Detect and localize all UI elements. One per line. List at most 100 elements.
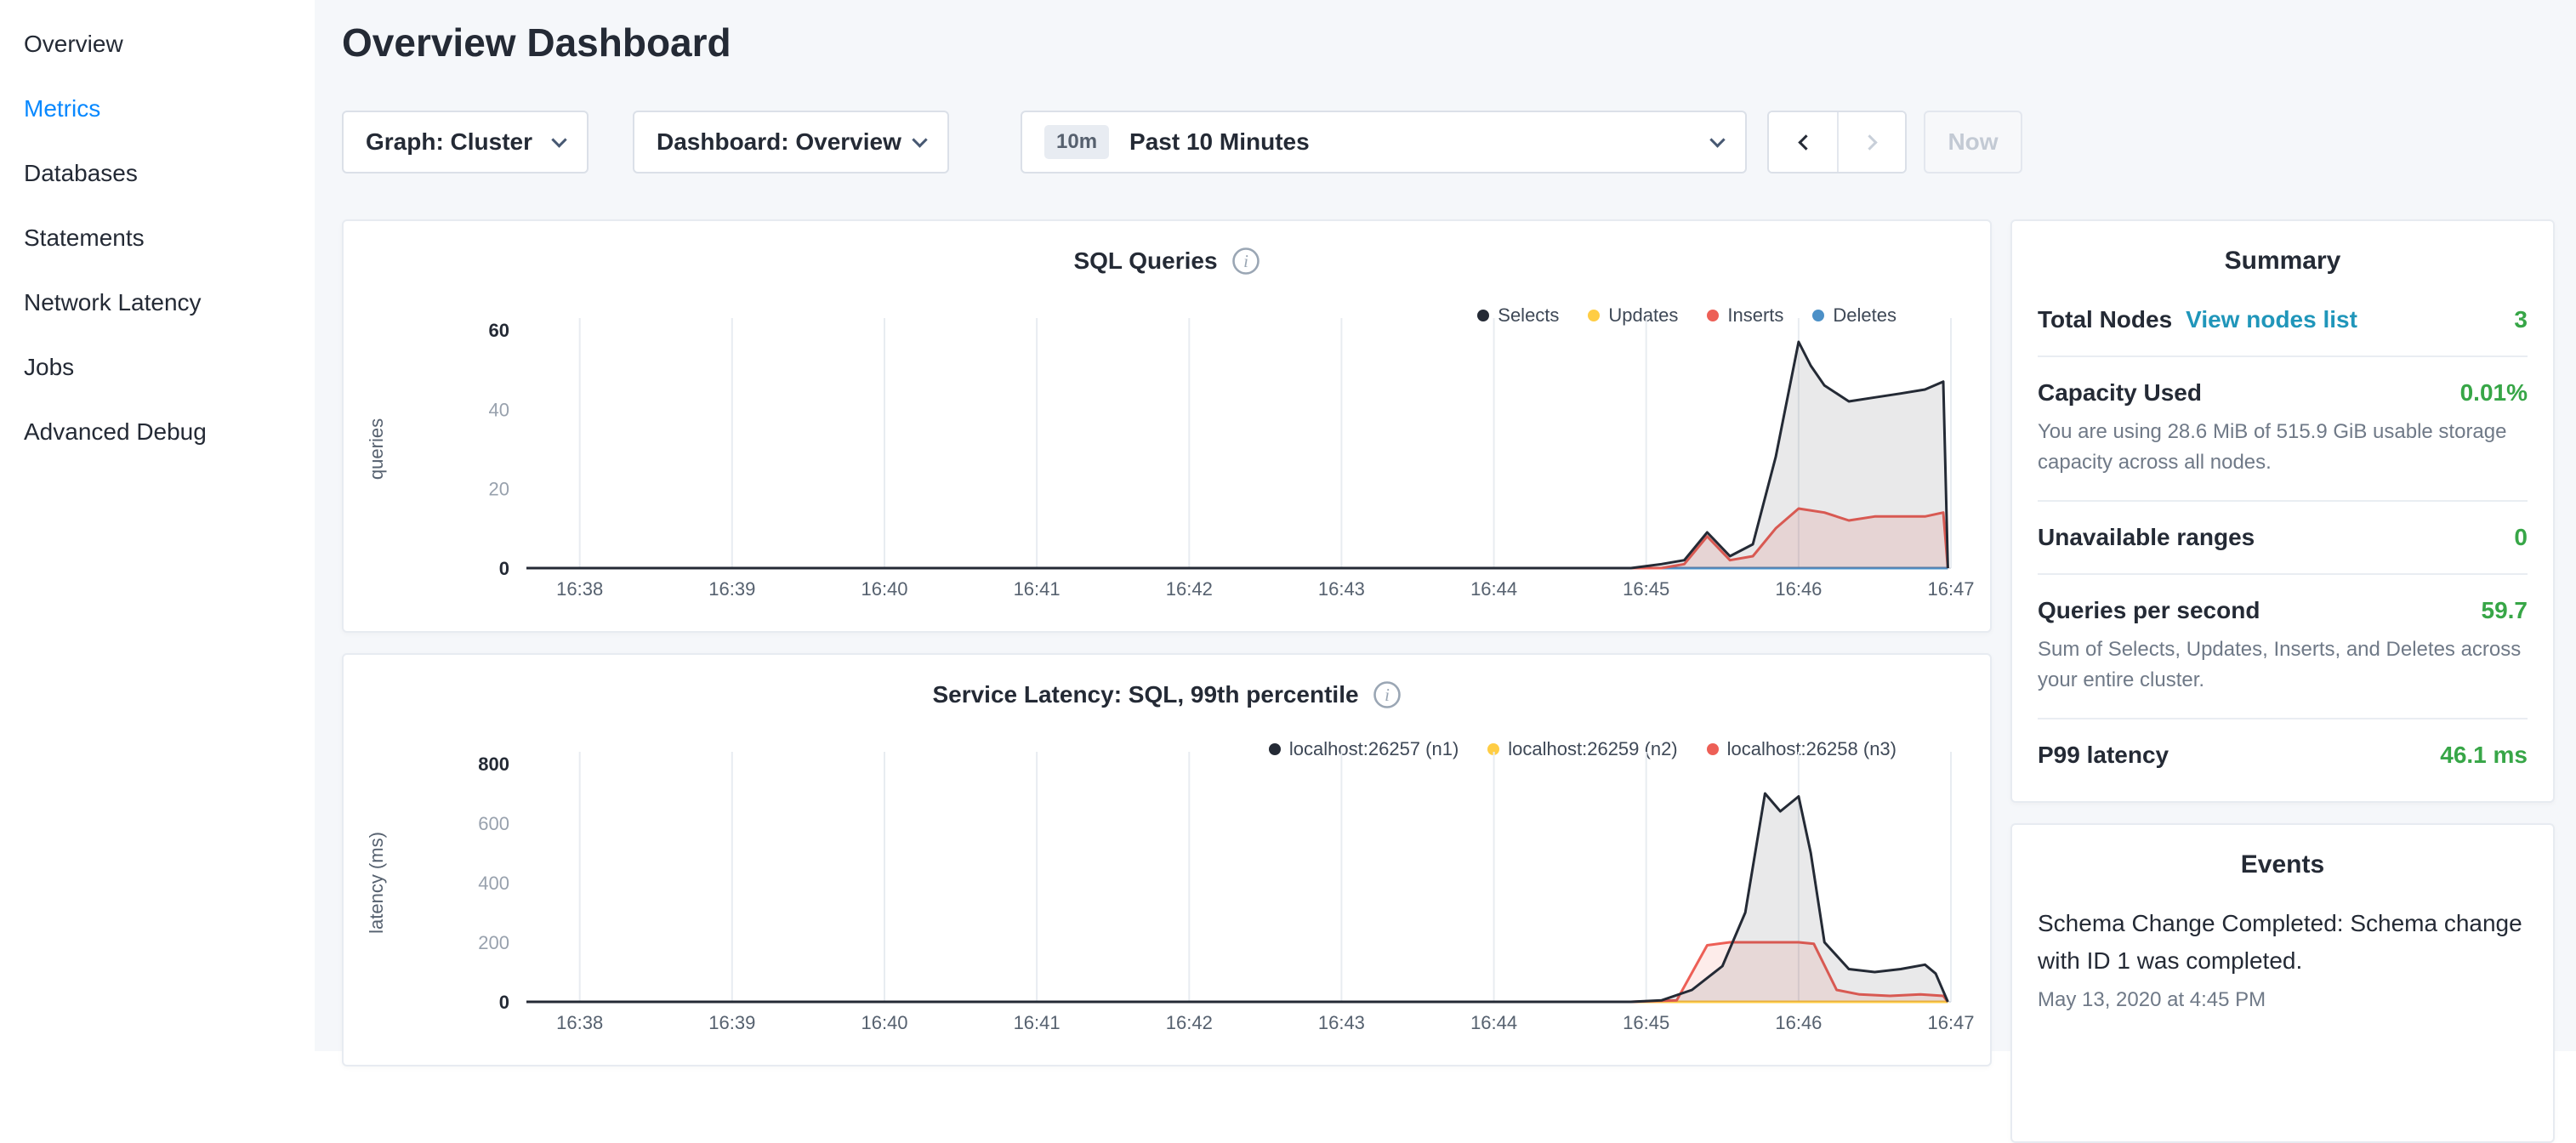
sidebar-item-databases[interactable]: Databases xyxy=(0,141,315,206)
dashboard-body: SQL Queries i SelectsUpdatesInsertsDelet… xyxy=(342,219,2555,1143)
svg-text:16:41: 16:41 xyxy=(1014,578,1061,600)
controls-row: Graph: Cluster Dashboard: Overview 10m P… xyxy=(342,111,2555,173)
svg-text:800: 800 xyxy=(478,753,509,775)
svg-text:16:46: 16:46 xyxy=(1775,578,1822,600)
summary-row-total-nodes: Total Nodes View nodes list 3 xyxy=(2038,284,2528,357)
summary-row-unavailable-ranges: Unavailable ranges 0 xyxy=(2038,502,2528,575)
svg-text:16:40: 16:40 xyxy=(861,1012,907,1033)
events-title: Events xyxy=(2038,850,2528,879)
view-nodes-list-link[interactable]: View nodes list xyxy=(2186,306,2357,333)
sidebar: Overview Metrics Databases Statements Ne… xyxy=(0,0,315,1051)
svg-text:600: 600 xyxy=(478,813,509,834)
sidebar-item-advanced-debug[interactable]: Advanced Debug xyxy=(0,400,315,464)
svg-text:16:38: 16:38 xyxy=(556,578,603,600)
dashboard-label: Dashboard: Overview xyxy=(657,128,901,156)
app: Overview Metrics Databases Statements Ne… xyxy=(0,0,2576,1051)
chart-plot: 16:38 16:39 16:40 16:41 16:42 16:43 16:44 16:45… xyxy=(344,296,1993,619)
svg-text:i: i xyxy=(1243,251,1248,271)
svg-text:i: i xyxy=(1385,685,1390,705)
event-date: May 13, 2020 at 4:45 PM xyxy=(2038,988,2528,1012)
sidebar-item-network-latency[interactable]: Network Latency xyxy=(0,270,315,335)
svg-text:16:42: 16:42 xyxy=(1166,578,1213,600)
sidebar-item-statements[interactable]: Statements xyxy=(0,206,315,270)
svg-text:16:40: 16:40 xyxy=(861,578,907,600)
time-step-buttons xyxy=(1767,111,1907,173)
svg-text:400: 400 xyxy=(478,873,509,894)
time-range-chip: 10m xyxy=(1044,125,1109,159)
sidebar-item-jobs[interactable]: Jobs xyxy=(0,335,315,400)
sql-queries-chart-card: SQL Queries i SelectsUpdatesInsertsDelet… xyxy=(342,219,1992,633)
summary-label: Unavailable ranges xyxy=(2038,524,2255,551)
graph-scope-dropdown[interactable]: Graph: Cluster xyxy=(342,111,589,173)
chart-title: SQL Queries xyxy=(1073,247,1217,275)
svg-text:16:46: 16:46 xyxy=(1775,1012,1822,1033)
svg-text:16:43: 16:43 xyxy=(1318,578,1365,600)
info-icon[interactable]: i xyxy=(1373,680,1402,709)
summary-value: 3 xyxy=(2500,306,2528,333)
svg-text:16:39: 16:39 xyxy=(708,1012,755,1033)
svg-text:16:47: 16:47 xyxy=(1927,578,1974,600)
summary-panel: Summary Total Nodes View nodes list 3 Ca… xyxy=(2010,219,2555,803)
svg-text:16:47: 16:47 xyxy=(1927,1012,1974,1033)
chevron-left-icon xyxy=(1798,134,1813,150)
chart-plot-area: 16:38 16:39 16:40 16:41 16:42 16:43 16:44 16:45… xyxy=(344,730,1993,1053)
summary-value: 59.7 xyxy=(2468,597,2528,624)
svg-text:200: 200 xyxy=(478,932,509,953)
charts-column: SQL Queries i SelectsUpdatesInsertsDelet… xyxy=(342,219,1992,1066)
svg-text:16:44: 16:44 xyxy=(1470,1012,1517,1033)
info-icon[interactable]: i xyxy=(1231,247,1260,276)
svg-text:60: 60 xyxy=(489,320,509,341)
chevron-down-icon xyxy=(1709,132,1725,147)
svg-text:20: 20 xyxy=(489,479,509,500)
svg-text:16:43: 16:43 xyxy=(1318,1012,1365,1033)
right-column: Summary Total Nodes View nodes list 3 Ca… xyxy=(2010,219,2555,1143)
event-item: Schema Change Completed: Schema change w… xyxy=(2038,905,2528,1012)
summary-subtext: You are using 28.6 MiB of 515.9 GiB usab… xyxy=(2038,417,2528,478)
graph-scope-label: Graph: Cluster xyxy=(366,128,532,156)
summary-subtext: Sum of Selects, Updates, Inserts, and De… xyxy=(2038,634,2528,696)
events-panel: Events Schema Change Completed: Schema c… xyxy=(2010,823,2555,1143)
summary-label: P99 latency xyxy=(2038,742,2169,769)
summary-row-capacity-used: Capacity Used 0.01% You are using 28.6 M… xyxy=(2038,357,2528,502)
service-latency-chart-card: Service Latency: SQL, 99th percentile i … xyxy=(342,653,1992,1066)
chart-plot-area: 16:38 16:39 16:40 16:41 16:42 16:43 16:44 16:45… xyxy=(344,296,1993,619)
chart-header: Service Latency: SQL, 99th percentile i xyxy=(344,680,1990,709)
time-next-button[interactable] xyxy=(1837,112,1905,172)
dashboard-dropdown[interactable]: Dashboard: Overview xyxy=(633,111,949,173)
svg-text:16:38: 16:38 xyxy=(556,1012,603,1033)
summary-label: Queries per second xyxy=(2038,597,2260,624)
chevron-down-icon xyxy=(912,132,927,147)
event-text: Schema Change Completed: Schema change w… xyxy=(2038,905,2528,980)
summary-value: 0 xyxy=(2500,524,2528,551)
chevron-right-icon xyxy=(1862,134,1877,150)
now-button[interactable]: Now xyxy=(1924,111,2022,173)
time-prev-button[interactable] xyxy=(1769,112,1837,172)
svg-text:0: 0 xyxy=(499,992,509,1013)
main-content: Overview Dashboard Graph: Cluster Dashbo… xyxy=(315,0,2576,1051)
chart-plot: 16:38 16:39 16:40 16:41 16:42 16:43 16:44 16:45… xyxy=(344,730,1993,1053)
summary-title: Summary xyxy=(2038,247,2528,276)
time-range-label: Past 10 Minutes xyxy=(1129,128,1310,156)
sidebar-item-overview[interactable]: Overview xyxy=(0,12,315,77)
svg-text:16:44: 16:44 xyxy=(1470,578,1517,600)
chart-header: SQL Queries i xyxy=(344,247,1990,276)
svg-text:16:39: 16:39 xyxy=(708,578,755,600)
summary-label: Capacity Used xyxy=(2038,379,2202,407)
svg-text:0: 0 xyxy=(499,558,509,579)
svg-text:16:45: 16:45 xyxy=(1623,1012,1669,1033)
sidebar-item-metrics[interactable]: Metrics xyxy=(0,77,315,141)
summary-row-queries-per-second: Queries per second 59.7 Sum of Selects, … xyxy=(2038,575,2528,719)
summary-value: 0.01% xyxy=(2447,379,2528,407)
chart-title: Service Latency: SQL, 99th percentile xyxy=(932,681,1358,708)
time-range-dropdown[interactable]: 10m Past 10 Minutes xyxy=(1021,111,1747,173)
page-title: Overview Dashboard xyxy=(342,19,2555,66)
svg-text:queries: queries xyxy=(366,418,387,480)
svg-text:16:42: 16:42 xyxy=(1166,1012,1213,1033)
svg-text:16:41: 16:41 xyxy=(1014,1012,1061,1033)
summary-row-p99-latency: P99 latency 46.1 ms xyxy=(2038,719,2528,791)
svg-text:40: 40 xyxy=(489,399,509,420)
svg-text:16:45: 16:45 xyxy=(1623,578,1669,600)
chevron-down-icon xyxy=(551,132,566,147)
svg-text:latency (ms): latency (ms) xyxy=(366,832,387,934)
summary-label: Total Nodes xyxy=(2038,306,2172,333)
